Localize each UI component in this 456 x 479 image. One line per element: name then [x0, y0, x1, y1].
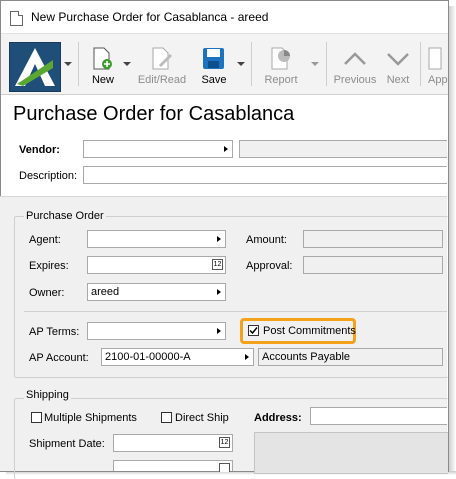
expires-date-input[interactable]: 12 — [87, 256, 226, 274]
group-divider — [24, 311, 447, 312]
approve-label: Appro — [428, 74, 448, 86]
new-chevron-down-icon[interactable] — [123, 62, 131, 66]
ap-account-label: AP Account: — [29, 352, 89, 364]
page-title: Purchase Order for Casablanca — [13, 103, 295, 125]
address-select[interactable] — [310, 407, 447, 425]
amount-field — [303, 230, 443, 248]
address-display-box — [254, 432, 448, 474]
ap-terms-input[interactable] — [87, 322, 226, 340]
agent-label: Agent: — [29, 234, 61, 246]
edit-read-label: Edit/Read — [137, 74, 187, 86]
multiple-shipments-checkbox[interactable] — [31, 412, 42, 423]
shipment-date-label: Shipment Date: — [29, 438, 105, 450]
vendor-label: Vendor: — [19, 144, 60, 156]
edit-read-button[interactable]: Edit/Read — [137, 39, 187, 91]
ap-terms-label: AP Terms: — [29, 326, 80, 338]
ap-account-input[interactable]: 2100-01-00000-A — [101, 348, 254, 366]
logo-menu-chevron-icon[interactable] — [64, 62, 72, 66]
approve-button[interactable]: Appro — [425, 39, 448, 91]
chevron-down-icon — [387, 53, 409, 66]
chevron-up-icon — [344, 52, 366, 65]
new-button[interactable]: New — [85, 39, 121, 91]
app-logo-button[interactable] — [9, 42, 61, 92]
previous-label: Previous — [333, 74, 377, 86]
agent-input[interactable] — [87, 230, 226, 248]
approval-label: Approval: — [246, 260, 293, 272]
toolbar: New Edit/Read Save Report Previous Next … — [1, 34, 448, 95]
approval-field — [303, 256, 443, 274]
vendor-lookup-arrow-icon[interactable] — [224, 146, 228, 152]
calendar-icon[interactable]: 12 — [212, 259, 223, 270]
previous-button[interactable]: Previous — [332, 39, 378, 91]
owner-label: Owner: — [29, 287, 65, 299]
app-logo-icon — [15, 48, 55, 86]
report-chevron-down-icon[interactable] — [311, 62, 319, 66]
amount-label: Amount: — [246, 234, 287, 246]
save-button[interactable]: Save — [195, 39, 233, 91]
next-label: Next — [386, 74, 410, 86]
ap-account-description: Accounts Payable — [258, 348, 443, 366]
expires-label: Expires: — [29, 260, 69, 272]
address-label: Address: — [254, 412, 302, 424]
edit-icon — [152, 47, 172, 70]
window-shadow — [448, 6, 456, 475]
shipment-date-input[interactable]: 12 — [113, 434, 233, 452]
direct-ship-label[interactable]: Direct Ship — [175, 412, 229, 424]
agent-lookup-arrow-icon[interactable] — [217, 236, 221, 242]
calendar-icon[interactable]: 12 — [219, 437, 230, 448]
new-document-icon — [93, 47, 112, 70]
save-chevron-down-icon[interactable] — [237, 62, 245, 66]
toolbar-separator — [326, 42, 327, 86]
toolbar-separator — [78, 42, 79, 86]
description-input[interactable] — [83, 166, 447, 184]
owner-input[interactable]: areed — [87, 283, 226, 301]
window-title: New Purchase Order for Casablanca - aree… — [31, 10, 269, 24]
direct-ship-checkbox[interactable] — [161, 412, 172, 423]
multiple-shipments-label[interactable]: Multiple Shipments — [44, 412, 137, 424]
shipping-group-label: Shipping — [24, 389, 71, 401]
post-commitments-checkbox[interactable] — [248, 325, 259, 336]
save-label: Save — [201, 74, 227, 86]
post-commitments-label[interactable]: Post Commitments — [263, 325, 356, 337]
new-label: New — [91, 74, 114, 86]
next-button[interactable]: Next — [381, 39, 415, 91]
purchase-order-group-label: Purchase Order — [24, 210, 106, 222]
partial-date-input[interactable] — [113, 460, 233, 472]
toolbar-separator — [251, 42, 252, 86]
report-button[interactable]: Report — [259, 39, 303, 91]
calendar-icon[interactable] — [219, 463, 230, 472]
vendor-name-field — [239, 140, 447, 158]
ap-account-lookup-arrow-icon[interactable] — [245, 354, 249, 360]
checkmark-icon — [249, 327, 258, 335]
document-icon — [10, 11, 23, 26]
vendor-input[interactable] — [83, 140, 233, 158]
toolbar-separator — [420, 42, 421, 86]
owner-lookup-arrow-icon[interactable] — [217, 289, 221, 295]
report-label: Report — [264, 74, 298, 86]
ap-terms-lookup-arrow-icon[interactable] — [217, 328, 221, 334]
approve-icon — [428, 47, 442, 70]
description-label: Description: — [19, 170, 78, 182]
title-bar[interactable]: New Purchase Order for Casablanca - aree… — [1, 1, 448, 34]
report-chart-icon — [271, 47, 290, 70]
save-disk-icon — [203, 48, 224, 69]
